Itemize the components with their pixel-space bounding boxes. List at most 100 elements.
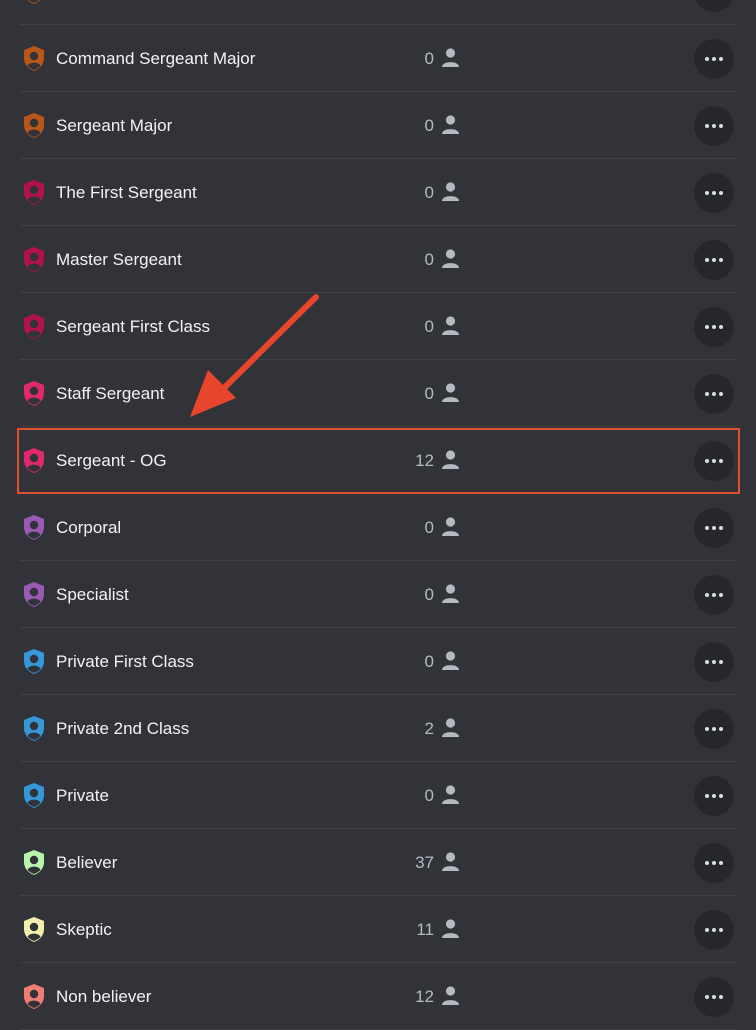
more-options-button[interactable] (694, 374, 734, 414)
shield-user-icon (22, 0, 46, 5)
member-count: 0 (424, 652, 434, 671)
dot (712, 660, 716, 664)
dot (712, 392, 716, 396)
dot (705, 124, 709, 128)
role-name: Private First Class (56, 652, 194, 671)
dot (705, 995, 709, 999)
role-row[interactable]: Command Sergeant Major 0 (0, 25, 756, 92)
role-name: Master Sergeant (56, 250, 182, 269)
dot (705, 727, 709, 731)
role-row[interactable]: Master Sergeant 0 (0, 226, 756, 293)
member-count: 0 (424, 116, 434, 135)
member-count: 0 (424, 786, 434, 805)
dot (712, 191, 716, 195)
member-count: 0 (424, 585, 434, 604)
dot (705, 392, 709, 396)
dot (712, 593, 716, 597)
shield-user-icon (22, 581, 46, 608)
role-row[interactable]: Specialist 0 (0, 561, 756, 628)
dot (719, 124, 723, 128)
dot (719, 861, 723, 865)
dot (712, 794, 716, 798)
shield-user-icon (22, 983, 46, 1010)
dot (712, 995, 716, 999)
dot (719, 794, 723, 798)
role-name: Command Sergeant Major (56, 49, 256, 68)
person-icon (440, 114, 461, 135)
role-name: The First Sergeant (56, 183, 197, 202)
person-icon (440, 315, 461, 336)
dot (705, 861, 709, 865)
role-row[interactable] (0, 0, 756, 25)
shield-user-icon (22, 112, 46, 139)
role-row[interactable]: Believer 37 (0, 829, 756, 896)
role-name: Sergeant Major (56, 116, 173, 135)
member-count: 0 (424, 49, 434, 68)
shield-user-icon (22, 916, 46, 943)
member-count: 11 (416, 920, 434, 939)
member-count: 37 (415, 853, 434, 872)
person-icon (440, 47, 461, 68)
more-options-button[interactable] (694, 0, 734, 12)
dot (719, 727, 723, 731)
shield-user-icon (22, 313, 46, 340)
more-options-button[interactable] (694, 642, 734, 682)
person-icon (440, 650, 461, 671)
dot (719, 928, 723, 932)
member-count: 0 (424, 384, 434, 403)
dot (719, 258, 723, 262)
dot (705, 526, 709, 530)
member-count: 12 (415, 987, 434, 1006)
shield-user-icon (22, 380, 46, 407)
dot (705, 191, 709, 195)
more-options-button[interactable] (694, 307, 734, 347)
dot (705, 258, 709, 262)
more-options-button[interactable] (694, 776, 734, 816)
shield-user-icon (22, 782, 46, 809)
shield-user-icon (22, 45, 46, 72)
person-icon (440, 583, 461, 604)
role-row[interactable]: Private 2nd Class 2 (0, 695, 756, 762)
dot (719, 392, 723, 396)
role-name: Skeptic (56, 920, 112, 939)
dot (719, 660, 723, 664)
role-name: Specialist (56, 585, 129, 604)
more-options-button[interactable] (694, 508, 734, 548)
more-options-button[interactable] (694, 240, 734, 280)
more-options-button[interactable] (694, 843, 734, 883)
more-options-button[interactable] (694, 575, 734, 615)
more-options-button[interactable] (694, 977, 734, 1017)
person-icon (440, 717, 461, 738)
member-count: 0 (424, 317, 434, 336)
role-name: Private 2nd Class (56, 719, 190, 738)
shield-user-icon (22, 715, 46, 742)
role-row[interactable]: Skeptic 11 (0, 896, 756, 963)
role-name: Private (56, 786, 109, 805)
role-name: Staff Sergeant (56, 384, 165, 403)
role-row[interactable]: Sergeant Major 0 (0, 92, 756, 159)
more-options-button[interactable] (694, 106, 734, 146)
role-list: Command Sergeant Major 0 Sergeant Major 0 Th… (0, 0, 756, 1030)
person-icon (440, 851, 461, 872)
dot (712, 325, 716, 329)
more-options-button[interactable] (694, 910, 734, 950)
dot (705, 794, 709, 798)
role-row[interactable]: Corporal 0 (0, 494, 756, 561)
role-row[interactable]: The First Sergeant 0 (0, 159, 756, 226)
dot (705, 325, 709, 329)
highlight-box (17, 428, 740, 494)
more-options-button[interactable] (694, 173, 734, 213)
person-icon (440, 985, 461, 1006)
role-row[interactable]: Sergeant First Class 0 (0, 293, 756, 360)
member-count: 2 (424, 719, 434, 738)
role-row[interactable]: Private First Class 0 (0, 628, 756, 695)
dot (705, 57, 709, 61)
role-row[interactable]: Staff Sergeant 0 (0, 360, 756, 427)
dot (712, 57, 716, 61)
more-options-button[interactable] (694, 709, 734, 749)
role-row[interactable]: Private 0 (0, 762, 756, 829)
dot (705, 928, 709, 932)
more-options-button[interactable] (694, 39, 734, 79)
role-row[interactable]: Non believer 12 (0, 963, 756, 1030)
dot (712, 124, 716, 128)
